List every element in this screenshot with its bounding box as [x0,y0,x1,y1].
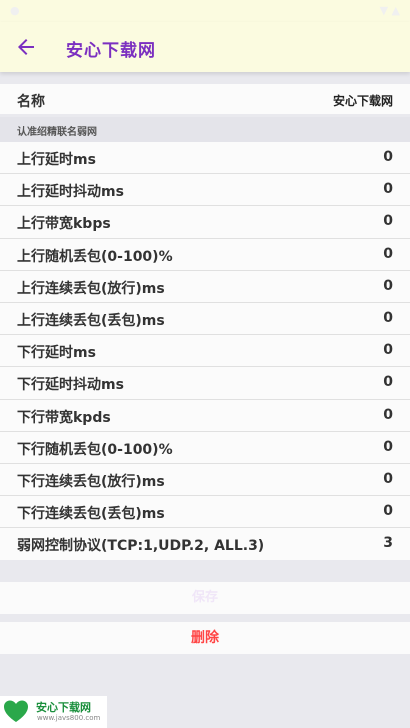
param-row-protocol[interactable]: 弱网控制协议(TCP:1,UDP.2, ALL.3) 3 [0,528,410,560]
param-label: 下行延时ms [17,345,96,362]
param-value: 0 [383,309,393,326]
status-signal-icon: ▼ ▲ [379,4,400,17]
param-value: 0 [383,503,393,520]
name-row[interactable]: 名称 安心下载网 [0,84,410,114]
param-row-uplink-burst-drop[interactable]: 上行连续丢包(丢包)ms 0 [0,303,410,336]
watermark-site: www.javs800.com [37,714,101,722]
param-label: 上行连续丢包(丢包)ms [17,312,165,329]
param-value: 0 [383,342,393,359]
param-row-uplink-delay[interactable]: 上行延时ms 0 [0,142,410,175]
param-row-downlink-burst-pass[interactable]: 下行连续丢包(放行)ms 0 [0,464,410,497]
param-value: 0 [383,181,393,198]
param-label: 上行连续丢包(放行)ms [17,280,165,297]
param-label: 上行延时ms [17,152,96,168]
param-label: 弱网控制协议(TCP:1,UDP.2, ALL.3) [17,538,265,555]
param-value: 0 [383,277,393,294]
param-row-uplink-burst-pass[interactable]: 上行连续丢包(放行)ms 0 [0,271,410,303]
section-header: 认准绍精联名弱网 [0,117,410,142]
param-row-downlink-random-loss[interactable]: 下行随机丢包(0-100)% 0 [0,432,410,464]
param-value: 0 [383,213,393,230]
page-title: 安心下载网 [66,41,156,61]
status-bar: ● ▼ ▲ [0,0,410,22]
param-row-uplink-random-loss[interactable]: 上行随机丢包(0-100)% 0 [0,239,410,271]
param-value: 0 [383,470,393,487]
name-label: 名称 [17,94,45,110]
section-header-text: 认准绍精联名弱网 [17,127,97,138]
param-label: 下行延时抖动ms [17,377,124,394]
save-button[interactable]: 保存 [0,582,410,614]
status-time-icon: ● [10,4,20,17]
delete-button[interactable]: 删除 [0,622,410,654]
param-label: 下行连续丢包(丢包)ms [17,506,165,523]
param-value: 0 [383,406,393,423]
param-label: 下行连续丢包(放行)ms [17,473,165,490]
param-row-downlink-delay[interactable]: 下行延时ms 0 [0,335,410,368]
param-label: 下行随机丢包(0-100)% [17,441,173,458]
param-value: 3 [383,535,393,552]
param-row-uplink-bandwidth[interactable]: 上行带宽kbps 0 [0,206,410,239]
param-label: 上行随机丢包(0-100)% [17,248,173,265]
param-row-uplink-jitter[interactable]: 上行延时抖动ms 0 [0,174,410,207]
param-row-downlink-jitter[interactable]: 下行延时抖动ms 0 [0,367,410,400]
param-label: 上行延时抖动ms [17,184,124,201]
watermark: 安心下载网 www.javs800.com [0,696,107,728]
param-list: 上行延时ms 0 上行延时抖动ms 0 上行带宽kbps 0 上行随机丢包(0-… [0,142,410,561]
param-row-downlink-burst-drop[interactable]: 下行连续丢包(丢包)ms 0 [0,496,410,529]
param-label: 下行带宽kpds [17,409,111,426]
param-value: 0 [383,374,393,391]
back-arrow-icon[interactable] [14,35,38,59]
param-row-downlink-bandwidth[interactable]: 下行带宽kpds 0 [0,400,410,432]
watermark-brand: 安心下载网 [36,701,91,714]
name-value: 安心下载网 [332,94,393,108]
param-label: 上行带宽kbps [17,216,111,233]
param-value: 0 [383,149,393,165]
app-bar: 安心下载网 [0,22,410,72]
param-value: 0 [383,245,393,262]
param-value: 0 [383,438,393,455]
watermark-logo-icon [4,700,28,722]
